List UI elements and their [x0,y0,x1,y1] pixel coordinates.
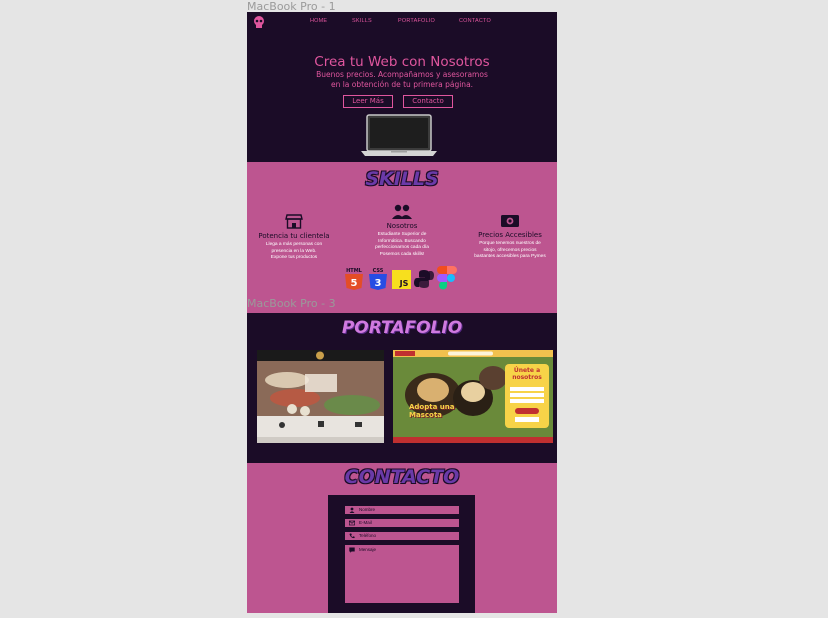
read-more-button[interactable]: Leer Más [343,95,393,108]
skill-title: Precios Accesibles [478,231,542,239]
mascotas-join-title: Únete a nosotros [512,367,542,381]
nav-home[interactable]: HOME [310,18,327,24]
money-icon [501,215,519,227]
user-icon [349,507,355,513]
hero-section: HOME SKILLS PORTAFOLIO CONTACTO Crea tu … [247,12,557,162]
skills-heading: SKILLS [365,168,439,190]
svg-text:3: 3 [375,278,382,289]
nav-contact[interactable]: CONTACTO [459,18,491,24]
message-field[interactable]: Mensaje [345,545,459,603]
contact-form: Nombre E-Mail Teléfono Mensaje [328,495,475,613]
phone-icon [349,533,355,539]
users-icon [392,204,412,219]
javascript-icon: JS [392,270,411,289]
skill-title: Potencia tu clientela [258,232,330,240]
mail-icon [349,520,355,526]
portfolio-heading: PORTAFOLIO [341,318,463,338]
sushi-site-preview-image [257,350,384,443]
svg-text:CSS: CSS [373,268,384,274]
email-field[interactable]: E-Mail [345,519,459,527]
html5-icon: HTML 5 [345,268,363,290]
portfolio-card-sushi[interactable] [257,350,384,443]
pet-adoption-site-preview-image [393,350,553,443]
skill-col-clientela: Potencia tu clientela Llega a más person… [253,212,335,262]
mascotas-card-title: Adopta una Mascota [409,403,455,419]
skill-desc: Llega a más personas con presencia en la… [265,242,323,260]
skull-logo-icon[interactable] [252,15,266,29]
skill-desc: Estudiante Superior de Informática. Busc… [375,232,429,257]
skill-col-precios: Precios Accesibles Porque tenemos nuestr… [467,213,553,261]
portfolio-section: PORTAFOLIO Adopta una Mascota Únete a no… [247,313,557,463]
svg-text:5: 5 [351,278,358,289]
css3-icon: CSS 3 [369,268,387,290]
hero-title: Crea tu Web con Nosotros [314,54,490,70]
laptop-image [361,114,437,156]
skill-title: Nosotros [386,222,418,230]
skill-col-nosotros: Nosotros Estudiante Superior de Informát… [360,204,444,258]
svg-text:JS: JS [399,279,409,288]
contact-heading: CONTACTO [344,466,460,488]
phone-field[interactable]: Teléfono [345,532,459,540]
portfolio-card-mascotas[interactable]: Adopta una Mascota Únete a nosotros [393,350,553,443]
message-icon [349,547,355,553]
frame-label-3: MacBook Pro - 3 [247,297,336,310]
python-icon [414,270,434,288]
hero-subtitle-2: en la obtención de tu primera página. [330,80,474,89]
contact-button[interactable]: Contacto [403,95,453,108]
nav-skills[interactable]: SKILLS [352,18,372,24]
skill-desc: Porque tenemos nuestros de sitojo, ofrec… [474,241,546,259]
contact-section: CONTACTO Nombre E-Mail Teléfono Mensaje [247,463,557,613]
figma-icon [437,266,457,290]
svg-text:HTML: HTML [346,268,363,274]
store-icon [285,214,303,229]
nav-portfolio[interactable]: PORTAFOLIO [398,18,435,24]
name-field[interactable]: Nombre [345,506,459,514]
hero-subtitle-1: Buenos precios. Acompañamos y asesoramos [316,70,488,79]
skills-section: SKILLS Potencia tu clientela Llega a más… [247,162,557,313]
